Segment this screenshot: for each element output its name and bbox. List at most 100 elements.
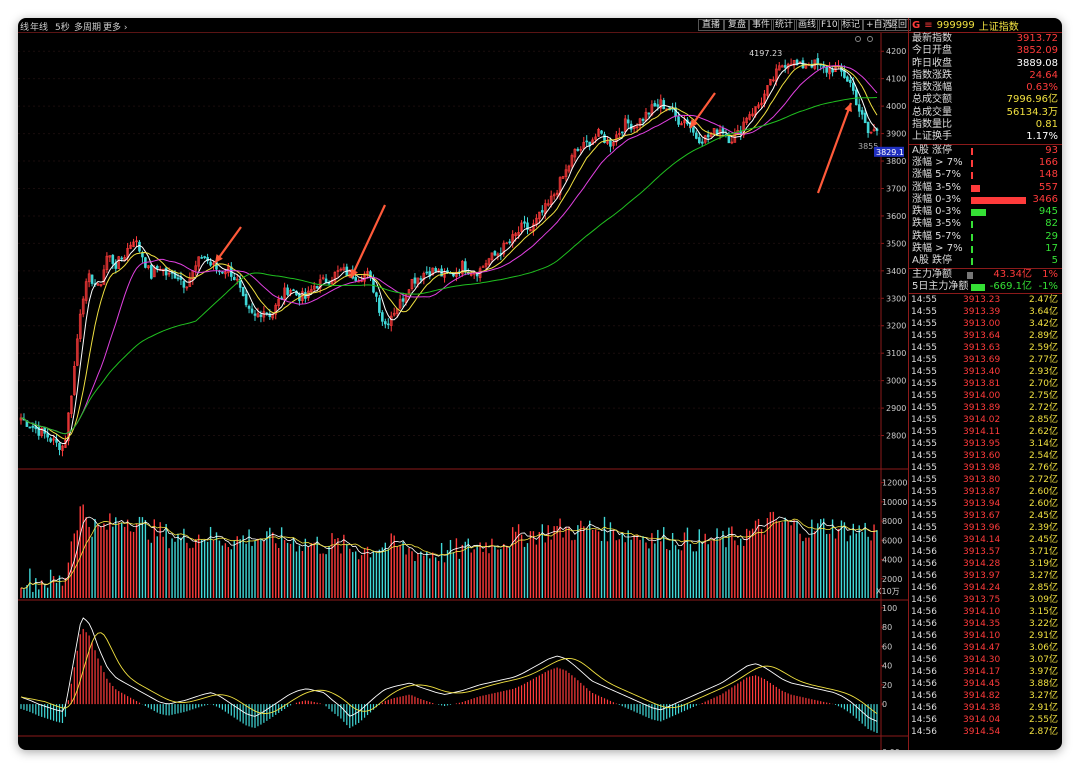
g-flag-icon[interactable]: G bbox=[912, 20, 920, 31]
volume-tick-label: 4000 bbox=[882, 556, 902, 565]
macd-dea-line bbox=[20, 632, 878, 715]
chart-area[interactable]: 4200 4100 4000 3900 3800 3700 3600 3500 3400 3300… bbox=[18, 33, 908, 750]
tick-time: 14:56 bbox=[911, 607, 937, 618]
settings-dot-icon[interactable] bbox=[867, 36, 873, 42]
current-price-label: 3829.1 bbox=[876, 148, 904, 157]
stat-value: 0.63% bbox=[1026, 82, 1058, 94]
tick-amount: 3.07亿 bbox=[1028, 655, 1058, 666]
symbol-code: 999999 bbox=[936, 19, 975, 31]
toolbar-button[interactable]: 复盘 bbox=[724, 19, 751, 31]
breadth-table: A股 涨停 93 涨幅 > 7% 166 涨幅 5-7% 148 涨幅 3-5% 557 涨幅 … bbox=[909, 145, 1062, 269]
candle-body bbox=[384, 321, 387, 325]
toolbar-left-item[interactable]: 5秒 bbox=[55, 20, 70, 33]
tick-price: 3914.17 bbox=[963, 667, 1001, 678]
price-tick-label: 3400 bbox=[886, 267, 906, 276]
arrow-annotation bbox=[350, 204, 386, 279]
moving-average-line bbox=[20, 65, 878, 435]
toolbar-button[interactable]: 标记 bbox=[838, 19, 865, 31]
macd-tick-label: 100 bbox=[882, 604, 897, 613]
stat-value: 7996.96亿 bbox=[1006, 94, 1058, 106]
toolbar-left-item[interactable]: 年线 bbox=[30, 20, 48, 33]
price-tick-label: 4100 bbox=[886, 75, 906, 84]
macd-dif-line bbox=[20, 617, 878, 722]
tick-amount: 2.59亿 bbox=[1028, 343, 1058, 354]
tick-time: 14:56 bbox=[911, 727, 937, 738]
candle-body bbox=[253, 313, 257, 316]
arrow-annotation bbox=[214, 226, 242, 264]
tick-price: 3914.02 bbox=[963, 415, 1001, 426]
tick-time: 14:55 bbox=[911, 319, 937, 330]
tick-row: 14:56 3914.24 2.85亿 bbox=[909, 582, 1062, 594]
tick-row: 14:55 3913.60 2.54亿 bbox=[909, 450, 1062, 462]
tick-time: 14:56 bbox=[911, 595, 937, 606]
breadth-row: A股 涨停 93 bbox=[909, 145, 1062, 157]
tick-amount: 3.14亿 bbox=[1028, 439, 1058, 450]
stat-label: 指数涨幅 bbox=[912, 82, 952, 94]
tick-time: 14:55 bbox=[911, 367, 937, 378]
candle-body bbox=[354, 277, 357, 281]
stat-label: 最新指数 bbox=[912, 33, 952, 44]
tick-row: 14:55 3913.98 2.76亿 bbox=[909, 462, 1062, 474]
tick-time: 14:55 bbox=[911, 343, 937, 354]
candle-body bbox=[857, 104, 861, 112]
menu-icon[interactable]: ≡ bbox=[924, 20, 932, 31]
breadth-bar bbox=[971, 246, 973, 254]
settings-dot-icon[interactable] bbox=[855, 36, 861, 42]
candle-body bbox=[200, 257, 203, 259]
breadth-count: 17 bbox=[1045, 243, 1058, 255]
tick-row: 14:56 3914.30 3.07亿 bbox=[909, 654, 1062, 666]
tick-row: 14:55 3913.00 3.42亿 bbox=[909, 318, 1062, 330]
tick-row: 14:55 3914.02 2.85亿 bbox=[909, 414, 1062, 426]
tick-price: 3913.40 bbox=[963, 367, 1001, 378]
tick-amount: 2.87亿 bbox=[1028, 727, 1058, 738]
high-price-annotation: 4197.23 bbox=[749, 49, 782, 58]
tick-amount: 3.88亿 bbox=[1028, 679, 1058, 690]
candle-body bbox=[31, 425, 35, 428]
toolbar-button[interactable]: 直播 bbox=[698, 19, 725, 31]
price-tick-label: 3900 bbox=[886, 130, 906, 139]
tick-price: 3914.10 bbox=[963, 607, 1001, 618]
tick-price: 3913.67 bbox=[963, 511, 1001, 522]
tick-amount: 2.62亿 bbox=[1028, 427, 1058, 438]
candle-body bbox=[481, 266, 485, 268]
tick-amount: 2.75亿 bbox=[1028, 391, 1058, 402]
price-tick-label: 3800 bbox=[886, 157, 906, 166]
breadth-count: 557 bbox=[1038, 181, 1058, 193]
tick-row: 14:55 3914.00 2.75亿 bbox=[909, 390, 1062, 402]
stat-label: 指数量比 bbox=[912, 119, 952, 131]
candle-body bbox=[250, 308, 254, 313]
tick-amount: 3.27亿 bbox=[1028, 571, 1058, 582]
tick-row: 14:55 3913.95 3.14亿 bbox=[909, 438, 1062, 450]
tick-amount: 2.39亿 bbox=[1028, 523, 1058, 534]
candle-body bbox=[727, 134, 731, 144]
breadth-count: 166 bbox=[1038, 156, 1058, 168]
stat-label: 总成交额 bbox=[912, 94, 952, 106]
volume-tick-label: 6000 bbox=[882, 536, 902, 545]
tick-amount: 2.91亿 bbox=[1028, 703, 1058, 714]
tick-list[interactable]: 14:55 3913.23 2.47亿 14:55 3913.39 3.64亿 14:55 3… bbox=[909, 294, 1062, 738]
candle-body bbox=[523, 221, 526, 224]
tick-time: 14:55 bbox=[911, 355, 937, 366]
candle-body bbox=[863, 112, 867, 124]
tick-time: 14:55 bbox=[911, 391, 937, 402]
tick-row: 14:55 3913.64 2.89亿 bbox=[909, 330, 1062, 342]
candle-body bbox=[176, 277, 180, 280]
toolbar-left-item[interactable]: 更多 › bbox=[103, 20, 127, 33]
toolbar-left-item[interactable]: 多周期 bbox=[74, 20, 101, 33]
breadth-count: 93 bbox=[1045, 144, 1058, 156]
tick-price: 3913.95 bbox=[963, 439, 1001, 450]
candle-body bbox=[58, 442, 61, 450]
breadth-bar bbox=[971, 159, 974, 167]
stat-row: 总成交量 56134.3万 bbox=[909, 107, 1062, 119]
candle-body bbox=[706, 134, 710, 138]
stat-label: 今日开盘 bbox=[912, 45, 952, 57]
tick-price: 3914.10 bbox=[963, 631, 1001, 642]
tick-time: 14:56 bbox=[911, 691, 937, 702]
candle-body bbox=[90, 274, 94, 284]
tick-price: 3913.69 bbox=[963, 355, 1001, 366]
flow-row: 主力净额 43.34亿 1% bbox=[909, 269, 1062, 281]
tick-price: 3914.11 bbox=[963, 427, 1001, 438]
app-window: 线年线 5秒 多周期 更多 › 直播 复盘 事件 统计 画线 F10 标记 +自选 返回 4200 410… bbox=[18, 18, 1062, 750]
toolbar-left-item[interactable]: 线 bbox=[20, 20, 29, 33]
tick-row: 14:56 3914.17 3.97亿 bbox=[909, 666, 1062, 678]
